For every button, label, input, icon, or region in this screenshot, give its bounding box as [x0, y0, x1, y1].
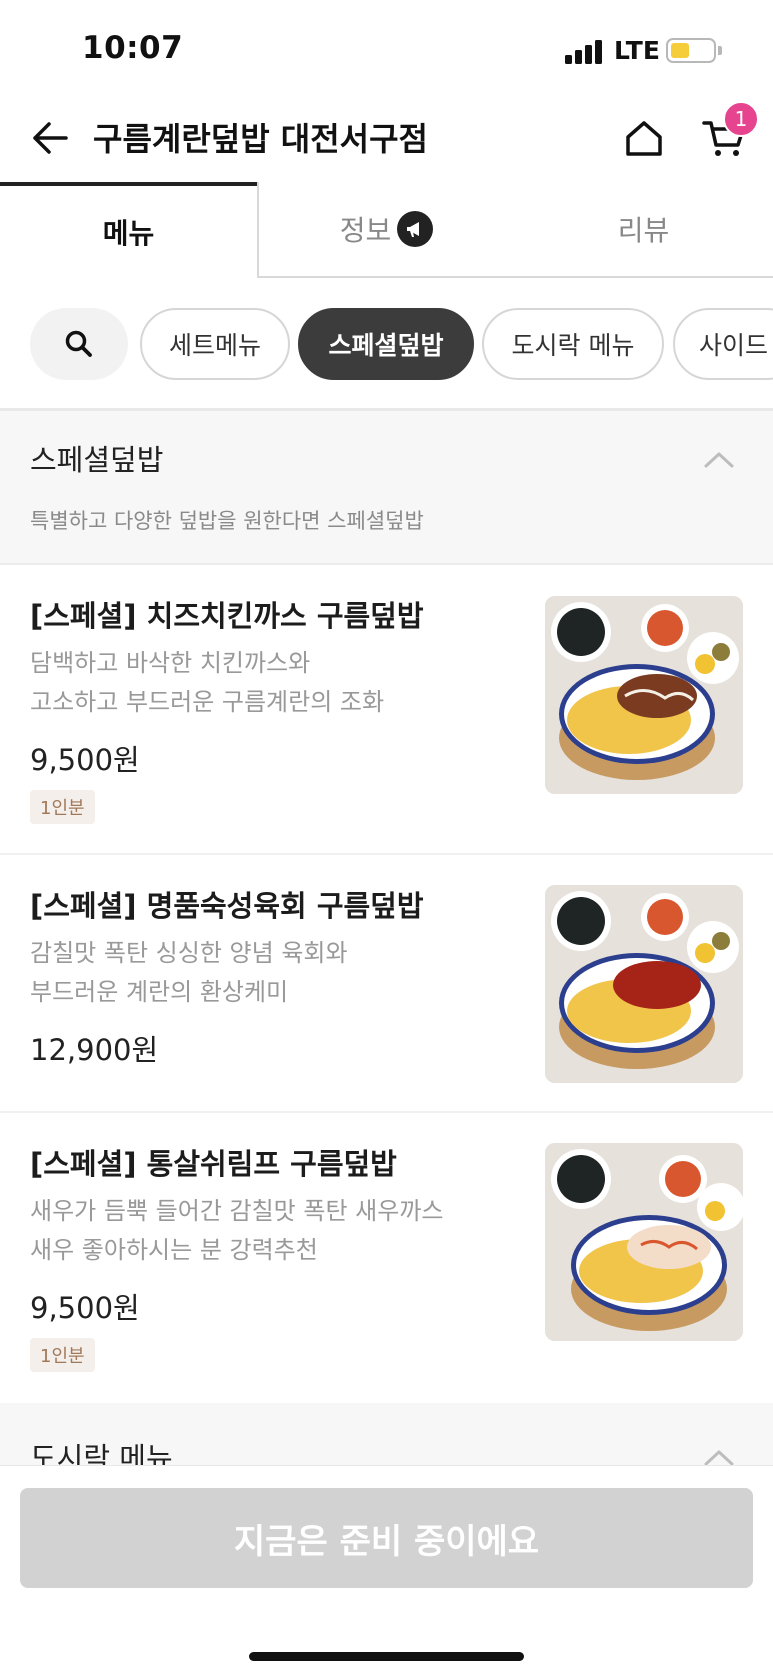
- tab-review[interactable]: 리뷰: [514, 182, 773, 278]
- section-header[interactable]: 스페셜덮밥 특별하고 다양한 덮밥을 원한다면 스페셜덮밥: [0, 411, 773, 565]
- menu-item[interactable]: [스페셜] 통살쉬림프 구름덮밥 새우가 듬뿍 들어간 감칠맛 폭탄 새우까스 …: [0, 1113, 773, 1403]
- item-tag: 1인분: [30, 1338, 95, 1372]
- item-name: [스페셜] 통살쉬림프 구름덮밥: [30, 1147, 397, 1181]
- search-icon: [65, 330, 92, 357]
- item-photo: [545, 1143, 743, 1341]
- item-price: 9,500원: [30, 1291, 140, 1325]
- status-time: 10:07: [82, 30, 184, 66]
- chip-side[interactable]: 사이드: [673, 308, 773, 380]
- tab-menu[interactable]: 메뉴: [0, 182, 257, 278]
- item-name: [스페셜] 치즈치킨까스 구름덮밥: [30, 599, 424, 633]
- page-title: 구름계란덮밥 대전서구점: [93, 120, 428, 158]
- next-section-header[interactable]: 도시락 메뉴: [0, 1403, 773, 1465]
- next-section-title: 도시락 메뉴: [30, 1441, 173, 1465]
- chip-dosirak-menu[interactable]: 도시락 메뉴: [482, 308, 664, 380]
- item-description-line1: 담백하고 바삭한 치킨까스와: [30, 649, 311, 677]
- category-chips: 세트메뉴 스페셜덮밥 도시락 메뉴 사이드: [0, 308, 773, 382]
- item-name: [스페셜] 명품숙성육회 구름덮밥: [30, 889, 424, 923]
- arrow-left-icon: [33, 122, 68, 154]
- item-description-line2: 고소하고 부드러운 구름계란의 조화: [30, 688, 385, 716]
- cart-badge: 1: [723, 101, 759, 137]
- signal-icon: [565, 40, 605, 64]
- bottom-bar: 지금은 준비 중이에요: [0, 1465, 773, 1673]
- battery-tip: [718, 46, 722, 55]
- home-icon: [626, 121, 662, 156]
- status-bar: 10:07 LTE: [0, 0, 773, 92]
- battery-icon: [666, 38, 716, 63]
- tab-info[interactable]: 정보: [257, 182, 514, 278]
- item-photo: [545, 885, 743, 1083]
- section-title: 스페셜덮밥: [30, 443, 164, 477]
- item-price: 12,900원: [30, 1033, 159, 1067]
- item-description-line1: 감칠맛 폭탄 싱싱한 양념 육회와: [30, 939, 348, 967]
- item-photo: [545, 596, 743, 794]
- network-label: LTE: [614, 36, 660, 65]
- chip-special-deopbap[interactable]: 스페셜덮밥: [298, 308, 474, 380]
- megaphone-icon: [397, 211, 434, 247]
- tab-review-label: 리뷰: [617, 214, 670, 247]
- item-tag: 1인분: [30, 790, 95, 824]
- battery-fill: [671, 43, 689, 58]
- item-description-line2: 새우 좋아하시는 분 강력추천: [30, 1236, 318, 1264]
- item-description-line1: 새우가 듬뿍 들어간 감칠맛 폭탄 새우까스: [30, 1197, 444, 1225]
- tab-menu-label: 메뉴: [102, 217, 155, 250]
- home-indicator: [249, 1652, 524, 1661]
- menu-item[interactable]: [스페셜] 치즈치킨까스 구름덮밥 담백하고 바삭한 치킨까스와 고소하고 부드…: [0, 565, 773, 855]
- back-button[interactable]: [22, 110, 78, 166]
- header: 구름계란덮밥 대전서구점: [0, 92, 773, 184]
- tab-bar: 메뉴 정보 리뷰: [0, 182, 773, 278]
- menu-search-button[interactable]: [30, 308, 128, 380]
- order-button[interactable]: 지금은 준비 중이에요: [20, 1488, 753, 1588]
- chip-set-menu[interactable]: 세트메뉴: [140, 308, 290, 380]
- chevron-up-icon: [704, 1450, 734, 1465]
- chevron-up-icon: [704, 452, 734, 468]
- tab-info-label: 정보: [339, 214, 392, 247]
- item-price: 9,500원: [30, 743, 140, 777]
- menu-item[interactable]: [스페셜] 명품숙성육회 구름덮밥 감칠맛 폭탄 싱싱한 양념 육회와 부드러운…: [0, 855, 773, 1113]
- section-description: 특별하고 다양한 덮밥을 원한다면 스페셜덮밥: [30, 509, 424, 533]
- item-description-line2: 부드러운 계란의 환상케미: [30, 978, 289, 1006]
- home-button[interactable]: [618, 110, 670, 166]
